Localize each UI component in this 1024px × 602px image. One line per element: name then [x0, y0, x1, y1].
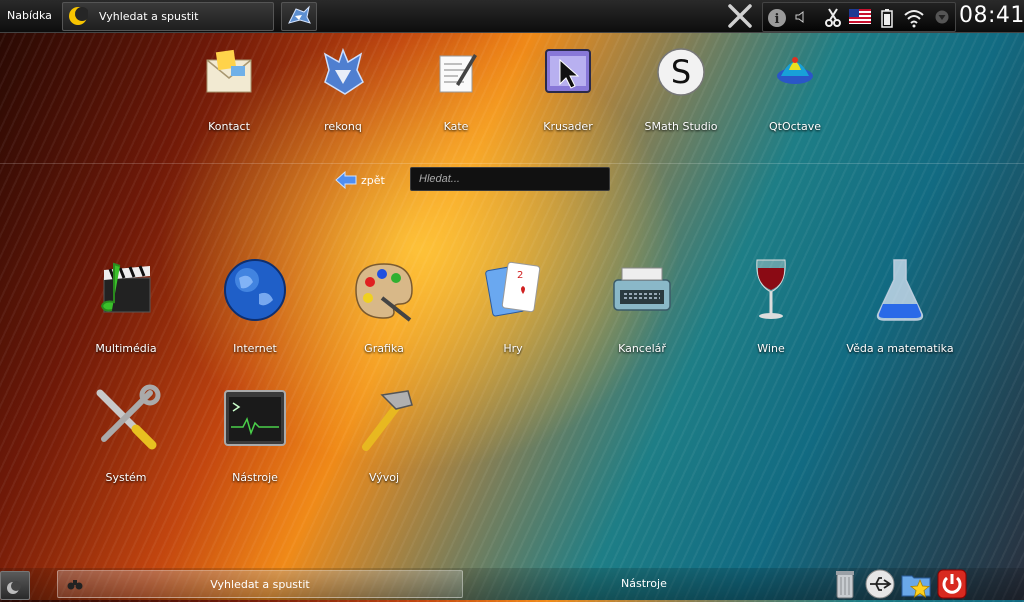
category-science-math[interactable]: Věda a matematika: [830, 254, 970, 355]
kontact-icon: [206, 49, 252, 93]
category-utilities[interactable]: Nástroje: [185, 383, 325, 484]
category-label: Wine: [757, 342, 785, 355]
category-label: Grafika: [364, 342, 404, 355]
kde-moon-icon: [69, 7, 88, 25]
krusader-icon: [545, 49, 591, 93]
favorite-qtoctave[interactable]: QtOctave: [740, 44, 850, 133]
info-icon[interactable]: i: [767, 8, 787, 28]
usb-icon[interactable]: [864, 568, 896, 600]
category-office[interactable]: Kancelář: [572, 254, 712, 355]
favorite-smath-studio[interactable]: S SMath Studio: [626, 44, 736, 133]
category-games[interactable]: 2 Hry: [443, 254, 583, 355]
playing-cards-icon: 2: [485, 261, 541, 317]
kde-menu-button[interactable]: [0, 571, 30, 600]
category-label: Internet: [233, 342, 277, 355]
battery-icon[interactable]: [880, 8, 894, 28]
search-and-launch-button[interactable]: Vyhledat a spustit: [62, 2, 274, 31]
search-input[interactable]: [410, 167, 610, 191]
category-label: Věda a matematika: [846, 342, 954, 355]
favorite-krusader[interactable]: Krusader: [513, 44, 623, 133]
dolphin-task-button[interactable]: [281, 2, 317, 31]
category-label: Nástroje: [232, 471, 278, 484]
hammer-icon: [362, 390, 413, 451]
smath-studio-icon: S: [657, 48, 705, 96]
wifi-icon[interactable]: [903, 8, 925, 28]
category-label: Systém: [105, 471, 147, 484]
clock[interactable]: 08:41: [959, 3, 1024, 28]
favorite-label: Krusader: [543, 120, 593, 133]
category-internet[interactable]: Internet: [185, 254, 325, 355]
favorite-kate[interactable]: Kate: [401, 44, 511, 133]
moon-icon: [7, 581, 21, 594]
favorite-label: Kate: [443, 120, 469, 133]
volume-icon[interactable]: [794, 11, 806, 23]
category-label: Hry: [503, 342, 523, 355]
category-development[interactable]: Vývoj: [314, 383, 454, 484]
bottom-search-label: Vyhledat a spustit: [210, 578, 310, 591]
separator: [0, 163, 1024, 164]
favorite-label: QtOctave: [768, 120, 821, 133]
favorite-rekonq[interactable]: rekonq: [288, 44, 398, 133]
category-label: Vývoj: [368, 471, 400, 484]
klipper-scissors-icon[interactable]: [824, 8, 842, 28]
qtoctave-icon: [777, 57, 813, 84]
favorite-kontact[interactable]: Kontact: [174, 44, 284, 133]
current-section-label: Nástroje: [621, 577, 667, 590]
favorite-label: rekonq: [324, 120, 362, 133]
menu-label[interactable]: Nabídka: [7, 9, 52, 22]
category-label: Kancelář: [618, 342, 666, 355]
power-icon[interactable]: [936, 568, 968, 600]
favorites-folder-icon[interactable]: [900, 568, 932, 600]
globe-icon: [224, 259, 286, 321]
flask-icon: [876, 259, 924, 321]
rekonq-icon: [323, 47, 364, 95]
arrow-left-icon: [335, 170, 357, 190]
close-icon[interactable]: [727, 3, 753, 29]
us-flag-icon[interactable]: [849, 9, 871, 24]
favorite-label: Kontact: [208, 120, 250, 133]
kate-icon: [439, 54, 477, 93]
back-label: zpět: [361, 174, 385, 187]
typewriter-icon: [613, 267, 671, 311]
launcher-label: Vyhledat a spustit: [99, 10, 199, 23]
svg-text:S: S: [671, 53, 691, 91]
category-graphics[interactable]: Grafika: [314, 254, 454, 355]
wrench-screwdriver-icon: [96, 384, 161, 450]
back-button[interactable]: zpět: [335, 170, 385, 192]
dolphin-icon: [288, 5, 311, 24]
favorite-label: SMath Studio: [644, 120, 718, 133]
trash-icon[interactable]: [829, 568, 861, 600]
bottom-search-launch-button[interactable]: Vyhledat a spustit: [57, 570, 463, 598]
system-tray: i: [762, 2, 956, 32]
top-panel: Nabídka Vyhledat a spustit i 08:41: [0, 0, 1024, 33]
category-wine[interactable]: Wine: [701, 254, 841, 355]
wine-glass-icon: [756, 259, 786, 319]
svg-text:i: i: [775, 12, 780, 27]
multimedia-clapperboard-icon: [100, 262, 151, 313]
category-label: Multimédia: [95, 342, 157, 355]
svg-text:2: 2: [517, 270, 523, 281]
expand-tray-icon[interactable]: [935, 10, 949, 24]
palette-icon: [355, 263, 413, 322]
category-system[interactable]: Systém: [56, 383, 196, 484]
category-multimedia[interactable]: Multimédia: [56, 254, 196, 355]
terminal-icon: [224, 390, 286, 446]
